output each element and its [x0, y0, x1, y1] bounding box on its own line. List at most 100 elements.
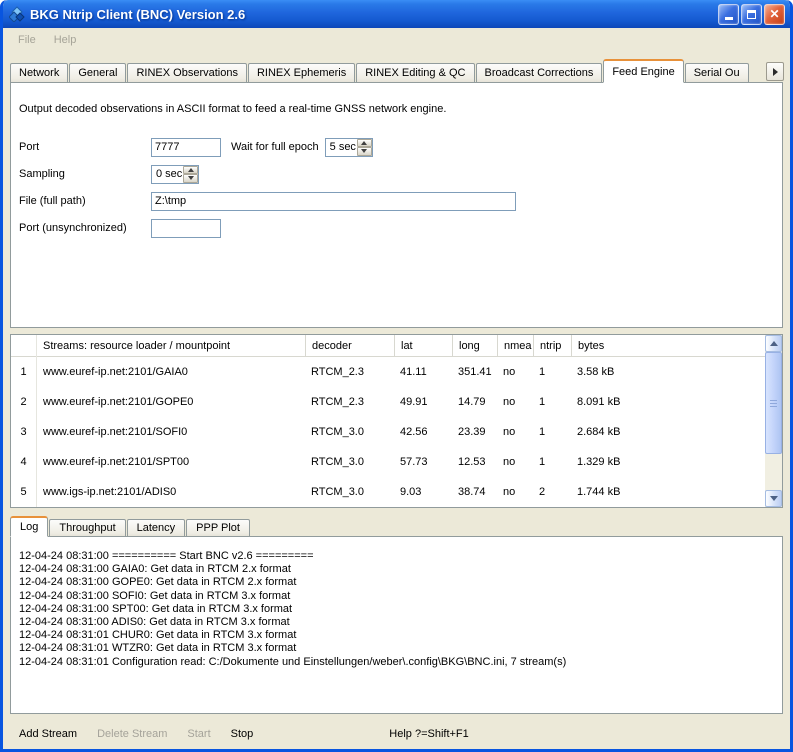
scroll-thumb[interactable]	[765, 352, 782, 454]
spin-up-button[interactable]	[357, 139, 372, 148]
log-line: 12-04-24 08:31:00 ADIS0: Get data in RTC…	[19, 616, 774, 629]
table-scrollbar[interactable]	[765, 335, 782, 507]
spin-buttons	[357, 139, 372, 156]
port-unsynchronized-input[interactable]	[151, 219, 221, 238]
spin-down-button[interactable]	[357, 147, 372, 156]
table-row[interactable]: 2 www.euref-ip.net:2101/GOPE0 RTCM_2.3 4…	[11, 387, 765, 417]
log-panel: 12-04-24 08:31:00 ========== Start BNC v…	[10, 536, 783, 714]
tab-serial-output[interactable]: Serial Ou	[685, 63, 749, 83]
menu-file[interactable]: File	[9, 31, 45, 49]
cell-decoder: RTCM_3.0	[305, 486, 394, 498]
wait-for-full-epoch-label: Wait for full epoch	[231, 141, 319, 153]
arrow-up-icon	[361, 141, 367, 145]
cell-nmea: no	[497, 426, 533, 438]
file-path-row: File (full path)	[19, 191, 782, 211]
tab-latency[interactable]: Latency	[127, 519, 186, 537]
log-line: 12-04-24 08:31:00 GOPE0: Get data in RTC…	[19, 576, 774, 589]
menubar: File Help	[3, 28, 790, 51]
cell-ntrip: 1	[533, 456, 571, 468]
log-line: 12-04-24 08:31:00 SOFI0: Get data in RTC…	[19, 590, 774, 603]
arrow-up-icon	[188, 168, 194, 172]
col-long[interactable]: long	[452, 335, 497, 357]
menu-help[interactable]: Help	[45, 31, 86, 49]
cell-decoder: RTCM_3.0	[305, 456, 394, 468]
scroll-down-button[interactable]	[765, 490, 782, 507]
file-path-input[interactable]	[151, 192, 516, 211]
sampling-label: Sampling	[19, 168, 151, 180]
sampling-value: 0 sec	[152, 166, 183, 183]
row-number: 5	[11, 477, 37, 507]
tab-general[interactable]: General	[69, 63, 126, 83]
cell-long: 38.74	[452, 486, 497, 498]
col-ntrip[interactable]: ntrip	[533, 335, 571, 357]
stop-button[interactable]: Stop	[227, 726, 258, 742]
cell-bytes: 1.329 kB	[571, 456, 765, 468]
window-controls: ✕	[718, 4, 785, 25]
wait-for-full-epoch-spinbox[interactable]: 5 sec	[325, 138, 373, 157]
output-tabbar: Log Throughput Latency PPP Plot	[3, 516, 790, 537]
table-row[interactable]: 4 www.euref-ip.net:2101/SPT00 RTCM_3.0 5…	[11, 447, 765, 477]
tab-rinex-editing-qc[interactable]: RINEX Editing & QC	[356, 63, 474, 83]
port-input[interactable]	[151, 138, 221, 157]
help-shortcut-label[interactable]: Help ?=Shift+F1	[389, 728, 469, 740]
table-row[interactable]: 1 www.euref-ip.net:2101/GAIA0 RTCM_2.3 4…	[11, 357, 765, 387]
cell-long: 23.39	[452, 426, 497, 438]
cell-decoder: RTCM_3.0	[305, 426, 394, 438]
sampling-row: Sampling 0 sec	[19, 164, 782, 184]
minimize-button[interactable]	[718, 4, 739, 25]
tab-ppp-plot[interactable]: PPP Plot	[186, 519, 250, 537]
col-bytes[interactable]: bytes	[571, 335, 765, 357]
cell-mountpoint: www.euref-ip.net:2101/GAIA0	[37, 366, 305, 378]
tab-scroll-right-button[interactable]	[766, 62, 784, 81]
tab-network[interactable]: Network	[10, 63, 68, 83]
tab-rinex-ephemeris[interactable]: RINEX Ephemeris	[248, 63, 355, 83]
cell-long: 351.41	[452, 366, 497, 378]
cell-nmea: no	[497, 366, 533, 378]
cell-lat: 57.73	[394, 456, 452, 468]
cell-lat: 9.03	[394, 486, 452, 498]
tab-broadcast-corrections[interactable]: Broadcast Corrections	[476, 63, 603, 83]
start-button[interactable]: Start	[183, 726, 214, 742]
footer-toolbar: Add Stream Delete Stream Start Stop Help…	[3, 714, 790, 749]
tab-rinex-observations[interactable]: RINEX Observations	[127, 63, 246, 83]
cell-long: 12.53	[452, 456, 497, 468]
add-stream-button[interactable]: Add Stream	[15, 726, 81, 742]
cell-nmea: no	[497, 456, 533, 468]
titlebar[interactable]: BKG Ntrip Client (BNC) Version 2.6 ✕	[3, 0, 790, 28]
window-title: BKG Ntrip Client (BNC) Version 2.6	[30, 7, 718, 22]
wait-for-full-epoch-value: 5 sec	[326, 139, 357, 156]
close-button[interactable]: ✕	[764, 4, 785, 25]
thumb-grip-icon	[770, 400, 777, 407]
minimize-icon	[725, 17, 733, 20]
header-corner	[11, 335, 37, 357]
spin-down-button[interactable]	[183, 174, 198, 183]
cell-lat: 49.91	[394, 396, 452, 408]
streams-table: Streams: resource loader / mountpoint de…	[10, 334, 783, 508]
cell-bytes: 1.744 kB	[571, 486, 765, 498]
cell-bytes: 8.091 kB	[571, 396, 765, 408]
tab-throughput[interactable]: Throughput	[49, 519, 125, 537]
file-path-label: File (full path)	[19, 195, 151, 207]
sampling-spinbox[interactable]: 0 sec	[151, 165, 199, 184]
maximize-button[interactable]	[741, 4, 762, 25]
col-decoder[interactable]: decoder	[305, 335, 394, 357]
col-nmea[interactable]: nmea	[497, 335, 533, 357]
cell-ntrip: 1	[533, 426, 571, 438]
spin-up-button[interactable]	[183, 166, 198, 175]
cell-ntrip: 1	[533, 366, 571, 378]
log-line: 12-04-24 08:31:00 SPT00: Get data in RTC…	[19, 603, 774, 616]
arrow-down-icon	[361, 149, 367, 153]
cell-ntrip: 2	[533, 486, 571, 498]
port-label: Port	[19, 141, 151, 153]
tab-feed-engine[interactable]: Feed Engine	[603, 59, 683, 83]
row-number: 4	[11, 447, 37, 477]
table-row[interactable]: 5 www.igs-ip.net:2101/ADIS0 RTCM_3.0 9.0…	[11, 477, 765, 507]
cell-mountpoint: www.igs-ip.net:2101/ADIS0	[37, 486, 305, 498]
cell-lat: 42.56	[394, 426, 452, 438]
table-row[interactable]: 3 www.euref-ip.net:2101/SOFI0 RTCM_3.0 4…	[11, 417, 765, 447]
col-streams-mountpoint[interactable]: Streams: resource loader / mountpoint	[37, 335, 305, 357]
tab-log[interactable]: Log	[10, 516, 48, 537]
scroll-up-button[interactable]	[765, 335, 782, 352]
delete-stream-button[interactable]: Delete Stream	[93, 726, 171, 742]
col-lat[interactable]: lat	[394, 335, 452, 357]
